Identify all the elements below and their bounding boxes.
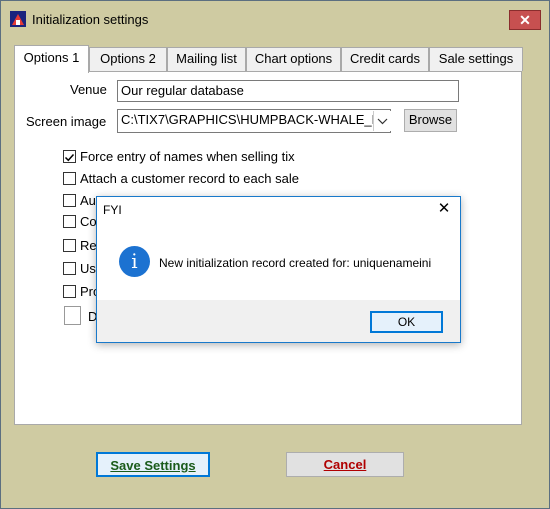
checkbox-box[interactable] bbox=[63, 239, 76, 252]
dialog-footer: OK bbox=[97, 300, 460, 342]
info-icon: i bbox=[119, 246, 150, 277]
title-bar: Initialization settings ✕ bbox=[1, 1, 549, 39]
tab-chart-options[interactable]: Chart options bbox=[246, 47, 341, 71]
tab-credit-cards[interactable]: Credit cards bbox=[341, 47, 429, 71]
checkbox-label: Attach a customer record to each sale bbox=[80, 171, 299, 186]
dialog-message: New initialization record created for: u… bbox=[159, 256, 432, 270]
checkbox-box[interactable] bbox=[63, 194, 76, 207]
check-icon bbox=[64, 153, 75, 162]
cancel-button[interactable]: Cancel bbox=[286, 452, 404, 477]
app-icon bbox=[10, 11, 26, 27]
window-close-button[interactable]: ✕ bbox=[509, 10, 541, 30]
tab-mailing-list[interactable]: Mailing list bbox=[167, 47, 246, 71]
tab-options-1[interactable]: Options 1 bbox=[14, 45, 89, 73]
checkbox-label: Force entry of names when selling tix bbox=[80, 149, 295, 164]
checkbox-box[interactable] bbox=[63, 150, 76, 163]
cancel-label: Cancel bbox=[323, 457, 367, 472]
checkbox-d-box[interactable] bbox=[64, 306, 81, 325]
ok-button[interactable]: OK bbox=[370, 311, 443, 333]
browse-button[interactable]: Browse bbox=[404, 109, 457, 132]
fyi-dialog: FYI ✕ i New initialization record create… bbox=[96, 196, 461, 343]
chevron-down-icon[interactable] bbox=[373, 111, 391, 131]
venue-label: Venue bbox=[70, 82, 107, 97]
checkbox-box[interactable] bbox=[63, 285, 76, 298]
screen-image-select[interactable]: C:\TIX7\GRAPHICS\HUMPBACK-WHALE_D-LA bbox=[117, 109, 391, 133]
save-settings-button[interactable]: Save Settings bbox=[96, 452, 210, 477]
dialog-title: FYI bbox=[103, 203, 122, 217]
checkbox-box[interactable] bbox=[63, 262, 76, 275]
save-settings-label: Save Settings bbox=[110, 458, 196, 473]
venue-input[interactable]: Our regular database bbox=[117, 80, 459, 102]
window-title: Initialization settings bbox=[32, 12, 149, 27]
checkbox-label: Co bbox=[80, 214, 97, 229]
checkbox-label: Re bbox=[80, 238, 97, 253]
checkbox-label: Us bbox=[80, 261, 96, 276]
screen-image-value: C:\TIX7\GRAPHICS\HUMPBACK-WHALE_D-LA bbox=[121, 112, 391, 127]
checkbox-box[interactable] bbox=[63, 215, 76, 228]
checkbox-box[interactable] bbox=[63, 172, 76, 185]
tab-options-2[interactable]: Options 2 bbox=[89, 47, 167, 71]
tab-sale-settings[interactable]: Sale settings bbox=[429, 47, 523, 71]
screen-image-label: Screen image bbox=[26, 114, 107, 129]
dialog-close-button[interactable]: ✕ bbox=[433, 199, 455, 219]
